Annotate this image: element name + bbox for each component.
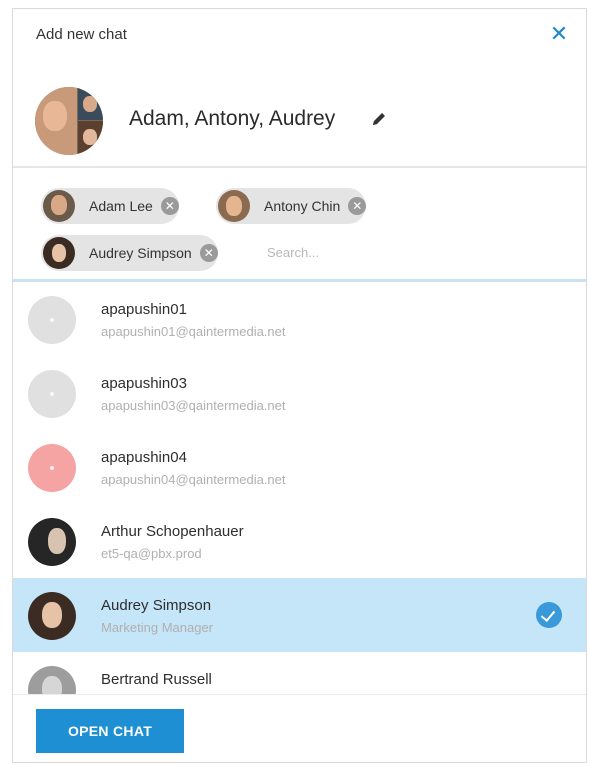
add-new-chat-dialog: Add new chat ✕ Adam, Antony, Audrey Adam… [12,8,587,763]
avatar [28,296,76,344]
contact-name: Audrey Simpson [101,597,212,614]
chip-audrey-simpson: Audrey Simpson ✕ [41,235,218,271]
list-item[interactable]: apapushin01 apapushin01@qaintermedia.net [13,282,586,356]
contact-name: apapushin04 [101,449,187,466]
avatar [28,444,76,492]
contact-list: apapushin01 apapushin01@qaintermedia.net… [13,282,586,694]
contact-name: Arthur Schopenhauer [101,523,244,540]
dialog-title: Add new chat [36,26,127,43]
dialog-footer: OPEN CHAT [13,694,586,762]
open-chat-button[interactable]: OPEN CHAT [36,709,184,753]
list-item[interactable]: Bertrand Russell [13,652,586,694]
contact-name: apapushin03 [101,375,187,392]
pencil-icon[interactable] [371,111,387,127]
chip-label: Audrey Simpson [89,245,192,261]
search-input[interactable] [267,238,467,266]
chip-label: Antony Chin [264,198,341,214]
remove-chip-icon[interactable]: ✕ [160,197,179,215]
chip-label: Adam Lee [89,198,153,214]
list-item[interactable]: apapushin03 apapushin03@qaintermedia.net [13,356,586,430]
avatar [43,237,75,269]
remove-chip-icon[interactable]: ✕ [348,197,367,215]
contact-email: apapushin04@qaintermedia.net [101,472,286,487]
chip-antony-chin: Antony Chin ✕ [216,188,367,224]
close-icon[interactable]: ✕ [548,23,570,45]
remove-chip-icon[interactable]: ✕ [199,244,218,262]
list-item[interactable]: Arthur Schopenhauer et5-qa@pbx.prod [13,504,586,578]
contact-email: apapushin01@qaintermedia.net [101,324,286,339]
group-name-row: Adam, Antony, Audrey [13,67,586,167]
contact-title: Marketing Manager [101,620,213,635]
avatar [28,592,76,640]
dialog-header: Add new chat ✕ [13,9,586,61]
group-avatar [35,87,103,155]
chip-adam-lee: Adam Lee ✕ [41,188,179,224]
checkmark-icon[interactable] [536,602,562,628]
avatar [218,190,250,222]
contact-name: apapushin01 [101,301,187,318]
list-item-selected[interactable]: Audrey Simpson Marketing Manager [13,578,586,652]
avatar [28,666,76,694]
selected-participants: Adam Lee ✕ Antony Chin ✕ Audrey Simpson … [13,168,586,280]
group-name: Adam, Antony, Audrey [129,107,336,130]
contact-name: Bertrand Russell [101,671,212,688]
list-item[interactable]: apapushin04 apapushin04@qaintermedia.net [13,430,586,504]
avatar [28,518,76,566]
contact-email: apapushin03@qaintermedia.net [101,398,286,413]
avatar [28,370,76,418]
avatar [43,190,75,222]
contact-email: et5-qa@pbx.prod [101,546,202,561]
